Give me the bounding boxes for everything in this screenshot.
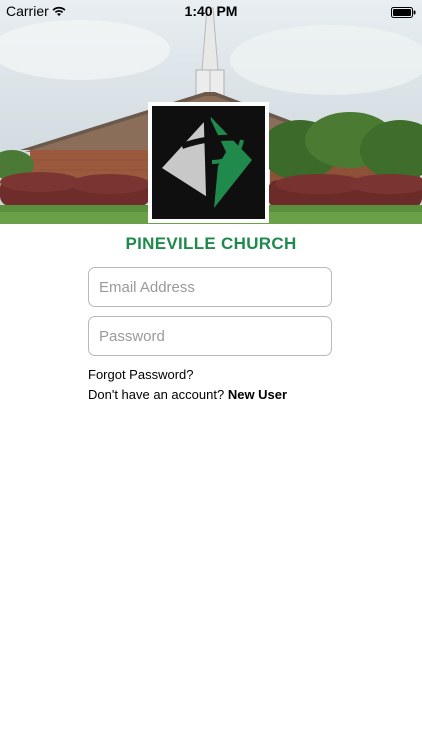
church-logo [148, 102, 269, 223]
email-field[interactable] [88, 267, 332, 307]
forgot-password-link[interactable]: Forgot Password? [88, 367, 194, 382]
clock: 1:40 PM [184, 3, 238, 19]
church-title: PINEVILLE CHURCH [125, 234, 297, 253]
signup-row: Don't have an account? New User [88, 387, 287, 402]
no-account-text: Don't have an account? [88, 387, 225, 402]
new-user-link[interactable]: New User [228, 387, 287, 402]
email-input[interactable] [89, 268, 331, 306]
church-cross-logo [152, 106, 265, 219]
battery-icon [391, 5, 416, 18]
status-bar: Carrier 1:40 PM [0, 0, 422, 22]
password-input[interactable] [89, 317, 331, 355]
password-field[interactable] [88, 316, 332, 356]
